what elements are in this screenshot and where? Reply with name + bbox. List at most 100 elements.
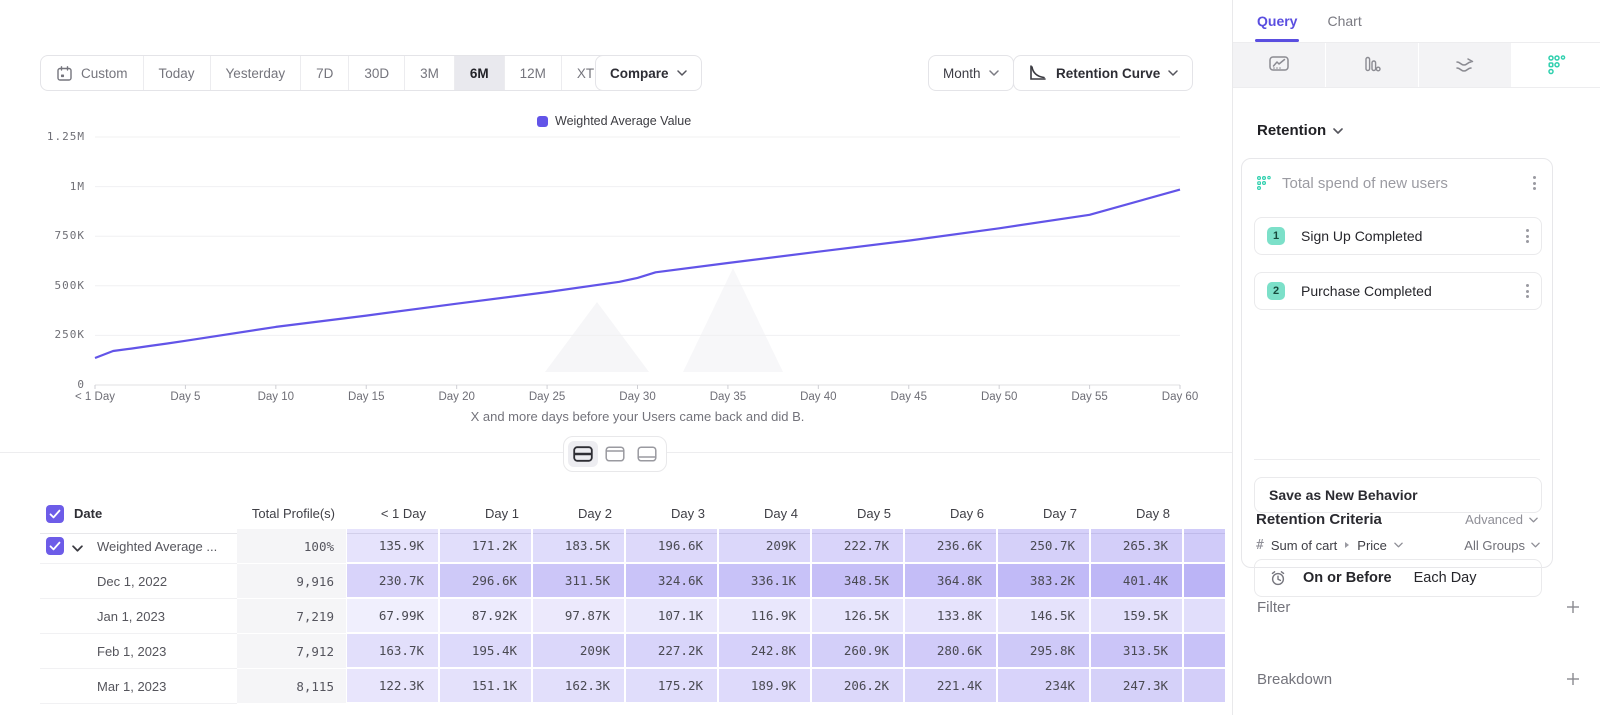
x-tick-label: Day 20 bbox=[438, 391, 474, 403]
step-menu-button[interactable] bbox=[1522, 225, 1533, 247]
add-breakdown-button[interactable] bbox=[1566, 672, 1580, 686]
x-tick-label: Day 55 bbox=[1071, 391, 1107, 403]
expand-row-chevron-icon[interactable] bbox=[72, 540, 83, 555]
query-sidebar: Query Chart Retention Total spen bbox=[1232, 0, 1600, 715]
retention-value-cell: 265.3K bbox=[1091, 529, 1184, 564]
retention-value-cell: 313.5K bbox=[1091, 634, 1184, 669]
table-header-day-5: Day 5 bbox=[812, 494, 905, 534]
chevron-down-icon bbox=[1529, 517, 1538, 523]
retention-value-cell: 311.5K bbox=[533, 564, 626, 599]
step-label: Purchase Completed bbox=[1301, 283, 1522, 299]
behavior-header[interactable]: Total spend of new users bbox=[1256, 171, 1540, 195]
retention-table: DateTotal Profile(s)< 1 DayDay 1Day 2Day… bbox=[40, 494, 1225, 704]
step-purchase-completed[interactable]: 2 Purchase Completed bbox=[1254, 272, 1542, 310]
step-menu-button[interactable] bbox=[1522, 280, 1533, 302]
x-tick-label: < 1 Day bbox=[75, 391, 115, 403]
table-header-total-profile-s-: Total Profile(s) bbox=[237, 494, 347, 534]
total-profiles-cell: 7,912 bbox=[237, 634, 347, 669]
retention-value-cell: 227.2K bbox=[626, 634, 719, 669]
retention-value-cell: 260.9K bbox=[812, 634, 905, 669]
criteria-when-label: On or Before bbox=[1303, 570, 1392, 586]
x-tick-label: Day 30 bbox=[619, 391, 655, 403]
tab-query[interactable]: Query bbox=[1257, 0, 1297, 42]
groups-dropdown[interactable]: All Groups bbox=[1464, 538, 1540, 553]
x-tick-label: Day 5 bbox=[170, 391, 200, 403]
y-tick-label: 0 bbox=[25, 378, 85, 391]
row-checkbox[interactable] bbox=[46, 537, 64, 555]
chevron-down-icon bbox=[1531, 542, 1540, 548]
insights-icon[interactable] bbox=[1233, 43, 1326, 87]
retention-value-cell: 221.4K bbox=[905, 669, 998, 704]
behavior-menu-button[interactable] bbox=[1529, 172, 1540, 194]
x-tick-label: Day 40 bbox=[800, 391, 836, 403]
save-as-new-behavior-button[interactable]: Save as New Behavior bbox=[1254, 477, 1542, 513]
criteria-when-row[interactable]: On or Before Each Day bbox=[1254, 559, 1542, 597]
retention-value-cell: 222.7K bbox=[812, 529, 905, 564]
y-tick-label: 500K bbox=[25, 279, 85, 292]
x-tick-label: Day 45 bbox=[891, 391, 927, 403]
retention-value-cell: 236.6K bbox=[905, 529, 998, 564]
x-tick-label: Day 60 bbox=[1162, 391, 1198, 403]
retention-value-cell: 250.7K bbox=[998, 529, 1091, 564]
x-axis-caption: X and more days before your Users came b… bbox=[95, 409, 1180, 424]
x-tick-label: Day 50 bbox=[981, 391, 1017, 403]
retention-value-cell: 296.6K bbox=[440, 564, 533, 599]
retention-value-cell-partial bbox=[1184, 634, 1225, 669]
layout-chart-view-button[interactable] bbox=[600, 441, 630, 467]
tab-chart[interactable]: Chart bbox=[1327, 0, 1361, 42]
retention-icon[interactable] bbox=[1512, 43, 1600, 87]
step-number-badge: 1 bbox=[1267, 227, 1285, 245]
layout-split-view-button[interactable] bbox=[568, 441, 598, 467]
measure-dropdown[interactable]: Sum of cart bbox=[1271, 538, 1337, 553]
filter-section: Filter bbox=[1257, 595, 1580, 619]
behavior-dots-icon bbox=[1256, 175, 1272, 191]
retention-criteria-row: Retention Criteria Advanced bbox=[1256, 511, 1538, 528]
y-tick-label: 1M bbox=[25, 180, 85, 193]
table-row-label: Weighted Average ... bbox=[40, 529, 237, 564]
retention-value-cell: 97.87K bbox=[533, 599, 626, 634]
retention-value-cell: 183.5K bbox=[533, 529, 626, 564]
table-header-day-7: Day 7 bbox=[998, 494, 1091, 534]
card-divider bbox=[1254, 459, 1540, 460]
select-all-checkbox[interactable] bbox=[46, 505, 64, 523]
report-section-title[interactable]: Retention bbox=[1257, 122, 1343, 139]
y-tick-label: 750K bbox=[25, 229, 85, 242]
retention-value-cell-partial bbox=[1184, 599, 1225, 634]
measure-property-dropdown[interactable]: Price bbox=[1357, 538, 1387, 553]
layout-table-view-button[interactable] bbox=[632, 441, 662, 467]
x-tick-label: Day 25 bbox=[529, 391, 565, 403]
x-tick-label: Day 10 bbox=[258, 391, 294, 403]
flows-icon[interactable] bbox=[1419, 43, 1512, 87]
retention-value-cell: 146.5K bbox=[998, 599, 1091, 634]
funnels-icon[interactable] bbox=[1326, 43, 1419, 87]
total-profiles-cell: 8,115 bbox=[237, 669, 347, 704]
x-tick-label: Day 15 bbox=[348, 391, 384, 403]
retention-value-cell: 171.2K bbox=[440, 529, 533, 564]
step-sign-up-completed[interactable]: 1 Sign Up Completed bbox=[1254, 217, 1542, 255]
behavior-card: Total spend of new users 1 Sign Up Compl… bbox=[1241, 158, 1553, 568]
alarm-clock-icon bbox=[1269, 569, 1287, 587]
criteria-unit-label: Each Day bbox=[1414, 570, 1477, 586]
retention-value-cell: 151.1K bbox=[440, 669, 533, 704]
table-row-label: Mar 1, 2023 bbox=[40, 669, 237, 704]
add-filter-button[interactable] bbox=[1566, 600, 1580, 614]
retention-value-cell-partial bbox=[1184, 564, 1225, 599]
retention-value-cell: 280.6K bbox=[905, 634, 998, 669]
retention-value-cell: 209K bbox=[719, 529, 812, 564]
y-tick-label: 250K bbox=[25, 328, 85, 341]
total-profiles-cell: 7,219 bbox=[237, 599, 347, 634]
x-tick-label: Day 35 bbox=[710, 391, 746, 403]
table-header-day-3: Day 3 bbox=[626, 494, 719, 534]
chevron-down-icon bbox=[1333, 128, 1343, 134]
y-tick-label: 1.25M bbox=[25, 130, 85, 143]
table-header--1-day: < 1 Day bbox=[347, 494, 440, 534]
total-profiles-cell: 100% bbox=[237, 529, 347, 564]
retention-report-app: CustomTodayYesterday7D30D3M6M12MXTD Comp… bbox=[0, 0, 1600, 715]
layout-toggle-group bbox=[563, 436, 667, 472]
criteria-mode-dropdown[interactable]: Advanced bbox=[1465, 512, 1538, 527]
retention-value-cell: 126.5K bbox=[812, 599, 905, 634]
retention-criteria-label: Retention Criteria bbox=[1256, 511, 1465, 528]
check-icon bbox=[49, 541, 61, 551]
retention-value-cell: 242.8K bbox=[719, 634, 812, 669]
retention-value-cell: 295.8K bbox=[998, 634, 1091, 669]
